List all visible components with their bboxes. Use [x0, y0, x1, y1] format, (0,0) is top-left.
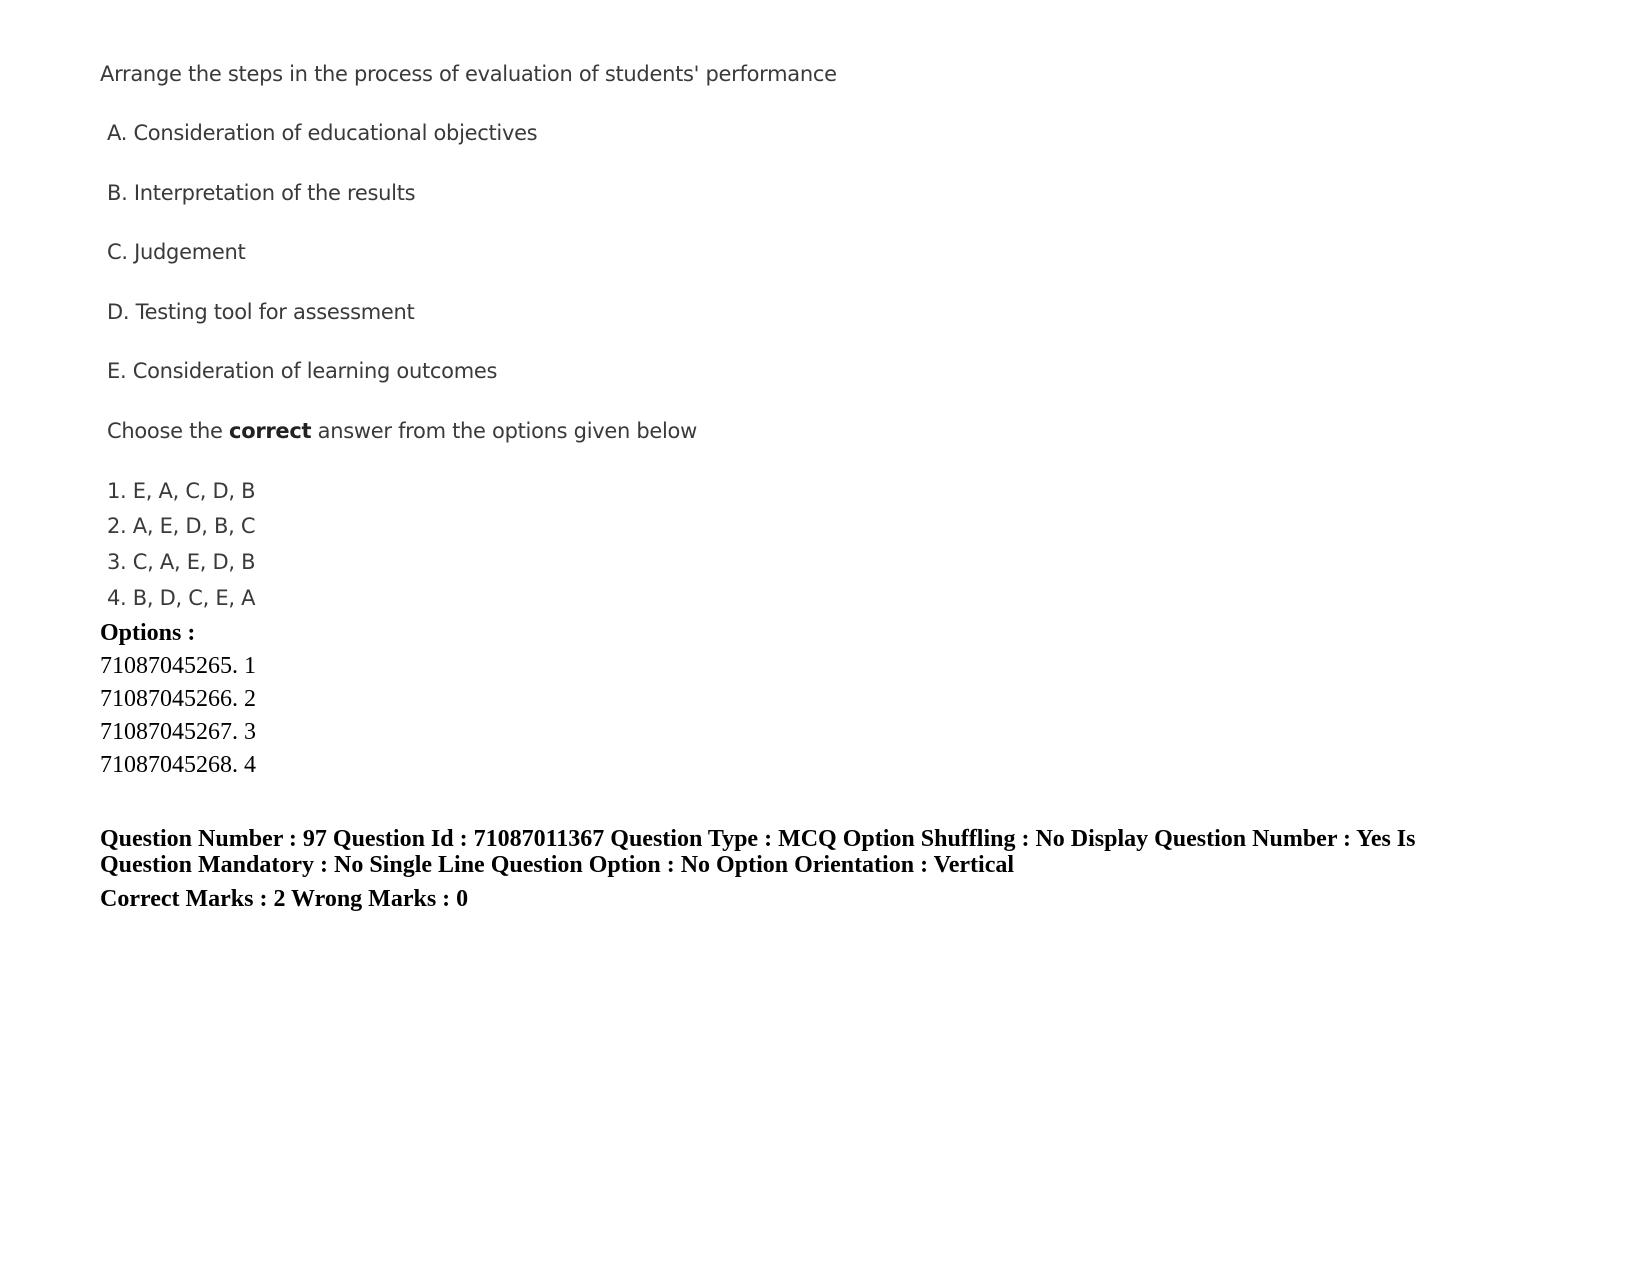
options-heading: Options :: [100, 620, 196, 646]
document-page: Arrange the steps in the process of eval…: [0, 0, 1650, 1275]
instruction-prefix: Choose the: [107, 419, 230, 443]
question-stem: Arrange the steps in the process of eval…: [100, 62, 837, 86]
choice-4: 4. B, D, C, E, A: [107, 586, 256, 610]
statement-c: C. Judgement: [107, 240, 246, 264]
statement-d: D. Testing tool for assessment: [107, 300, 415, 324]
choice-2: 2. A, E, D, B, C: [107, 514, 256, 538]
choice-3: 3. C, A, E, D, B: [107, 550, 256, 574]
question-metadata-line1: Question Number : 97 Question Id : 71087…: [100, 826, 1416, 852]
question-metadata-line2: Question Mandatory : No Single Line Ques…: [100, 852, 1015, 878]
option-item-1: 71087045265. 1: [100, 653, 256, 679]
instruction: Choose the correct answer from the optio…: [107, 419, 697, 443]
option-item-3: 71087045267. 3: [100, 719, 256, 745]
option-item-4: 71087045268. 4: [100, 752, 256, 778]
marks-info: Correct Marks : 2 Wrong Marks : 0: [100, 886, 469, 912]
instruction-suffix: answer from the options given below: [311, 419, 698, 443]
statement-e: E. Consideration of learning outcomes: [107, 359, 498, 383]
statement-a: A. Consideration of educational objectiv…: [107, 121, 538, 145]
choice-1: 1. E, A, C, D, B: [107, 479, 256, 503]
instruction-emphasis: correct: [229, 419, 312, 443]
statement-b: B. Interpretation of the results: [107, 181, 416, 205]
option-item-2: 71087045266. 2: [100, 686, 256, 712]
